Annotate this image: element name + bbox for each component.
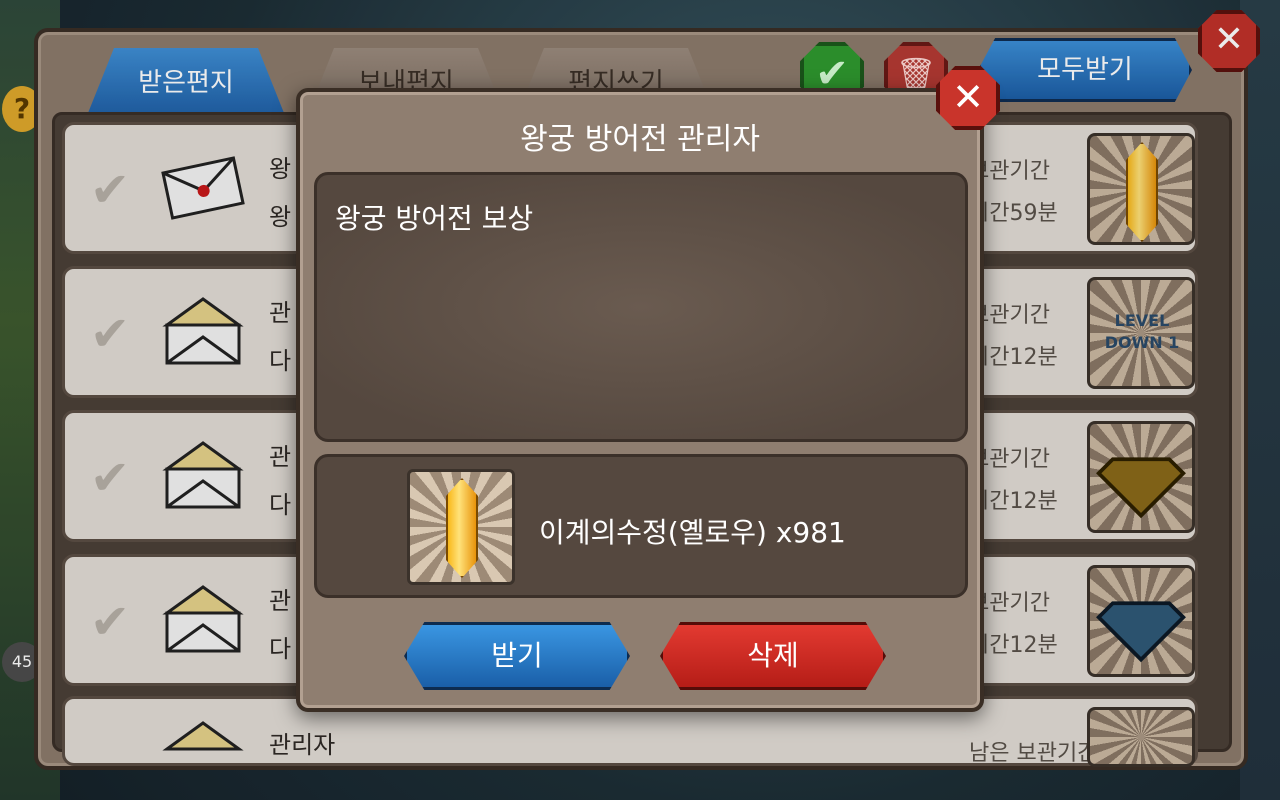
- reward-label: 이계의수정(옐로우) x981: [539, 516, 846, 549]
- receive-button[interactable]: 받기: [404, 622, 630, 690]
- reward-panel: 이계의수정(옐로우) x981: [314, 454, 968, 598]
- dialog-title: 왕궁 방어전 관리자: [520, 122, 760, 157]
- delete-button[interactable]: 삭제: [660, 622, 886, 690]
- yellow-crystal-icon: [407, 469, 515, 585]
- message-text: 왕궁 방어전 보상: [335, 202, 534, 235]
- message-body: 왕궁 방어전 보상: [314, 172, 968, 442]
- mail-detail-dialog: 왕궁 방어전 관리자 ✕ 왕궁 방어전 보상 이계의수정(옐로우) x981 받…: [296, 66, 1000, 712]
